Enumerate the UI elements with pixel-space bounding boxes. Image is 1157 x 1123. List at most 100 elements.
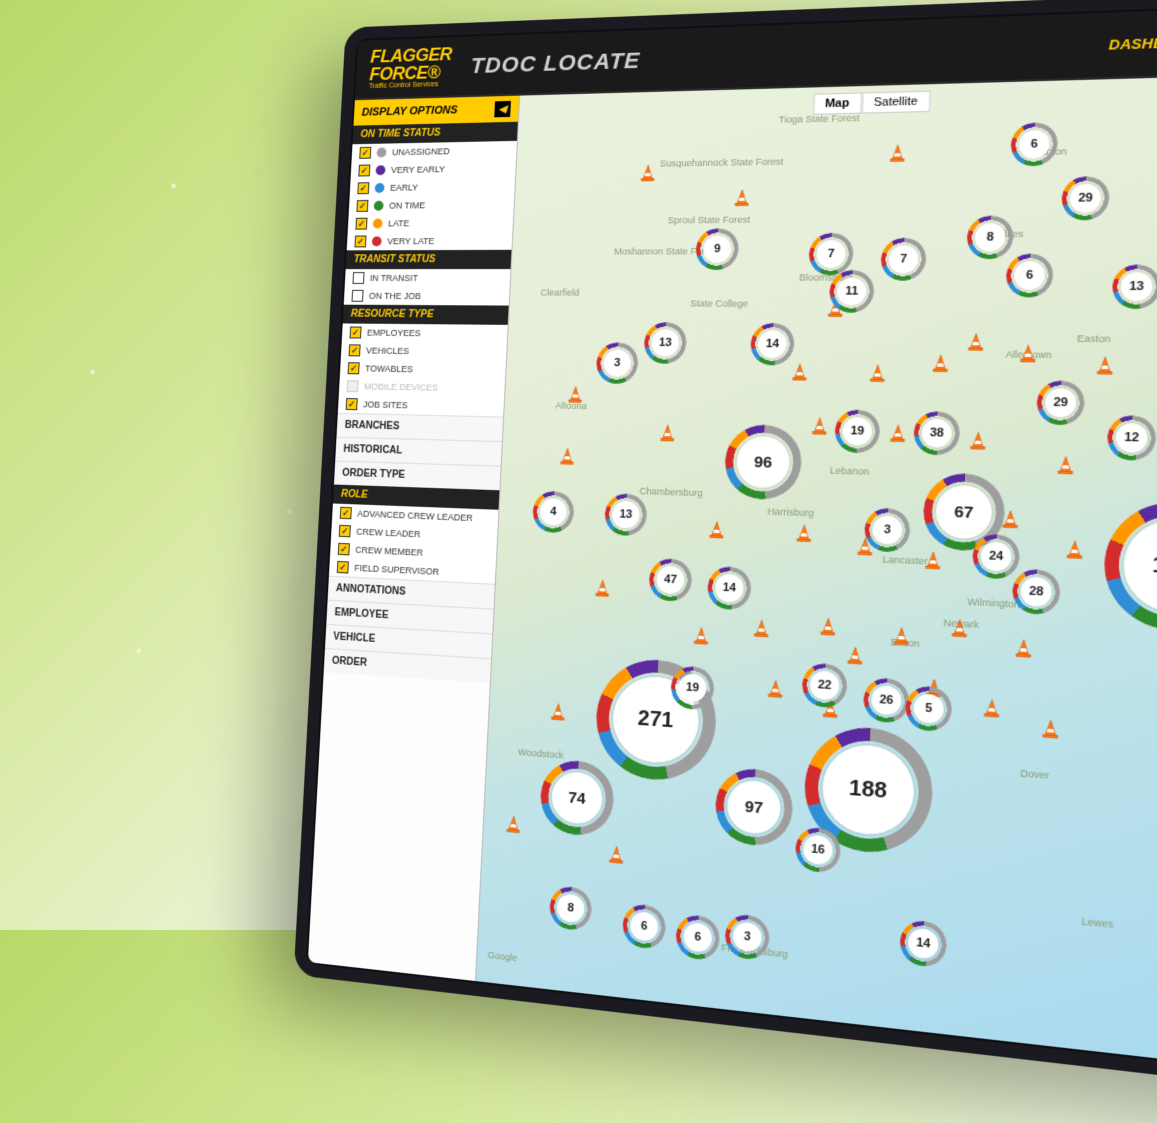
section-transit-status[interactable]: TRANSIT STATUS xyxy=(346,250,512,269)
filter-on-time[interactable]: ✓ON TIME xyxy=(349,195,515,215)
map-cluster[interactable]: 28 xyxy=(1020,576,1052,607)
job-site-cone-icon[interactable] xyxy=(593,578,613,598)
map-cluster[interactable]: 7 xyxy=(816,240,846,268)
job-site-cone-icon[interactable] xyxy=(1012,638,1034,659)
map-cluster[interactable]: 6 xyxy=(1019,130,1050,159)
job-site-cone-icon[interactable] xyxy=(1094,355,1116,375)
checkbox-icon[interactable]: ✓ xyxy=(349,344,361,356)
checkbox-icon[interactable]: ✓ xyxy=(339,525,351,538)
map-cluster[interactable]: 8 xyxy=(975,223,1006,251)
map-cluster[interactable]: 3 xyxy=(872,515,903,545)
checkbox-icon[interactable]: ✓ xyxy=(346,398,358,410)
job-site-cone-icon[interactable] xyxy=(887,423,908,443)
checkbox-icon[interactable]: ✓ xyxy=(357,182,369,194)
checkbox-icon[interactable] xyxy=(352,272,364,284)
satellite-button[interactable]: Satellite xyxy=(861,91,930,114)
checkbox-icon[interactable]: ✓ xyxy=(337,561,349,574)
job-site-cone-icon[interactable] xyxy=(867,363,888,383)
map-cluster[interactable]: 3 xyxy=(603,349,631,376)
checkbox-icon[interactable]: ✓ xyxy=(340,507,352,519)
map-cluster[interactable]: 19 xyxy=(842,417,872,446)
job-site-cone-icon[interactable] xyxy=(845,645,866,666)
map-cluster[interactable]: 14 xyxy=(908,927,939,959)
map-cluster[interactable]: 4 xyxy=(539,498,567,526)
map-cluster[interactable]: 6 xyxy=(683,922,712,953)
job-site-cone-icon[interactable] xyxy=(922,550,943,571)
display-options-header[interactable]: DISPLAY OPTIONS ◀ xyxy=(353,96,519,126)
map-cluster[interactable]: 188 xyxy=(821,742,916,838)
checkbox-icon[interactable]: ✓ xyxy=(356,200,368,212)
job-site-cone-icon[interactable] xyxy=(606,844,626,865)
map-cluster[interactable]: 14 xyxy=(758,330,787,358)
job-site-cone-icon[interactable] xyxy=(818,616,839,637)
map-area[interactable]: Map Satellite ⛶ Tioga State ForestSusque… xyxy=(476,75,1157,1067)
checkbox-icon[interactable]: ✓ xyxy=(354,235,366,247)
checkbox-icon[interactable]: ✓ xyxy=(355,218,367,230)
filter-vehicles[interactable]: ✓VEHICLES xyxy=(341,341,507,361)
filter-in-transit[interactable]: IN TRANSIT xyxy=(345,269,511,287)
map-cluster[interactable]: 74 xyxy=(551,771,603,826)
filter-early[interactable]: ✓EARLY xyxy=(350,177,515,197)
job-site-cone-icon[interactable] xyxy=(809,416,830,436)
map-cluster[interactable]: 24 xyxy=(980,541,1012,571)
job-site-cone-icon[interactable] xyxy=(548,702,567,722)
map-cluster[interactable]: 97 xyxy=(726,779,781,836)
checkbox-icon[interactable]: ✓ xyxy=(358,165,370,177)
map-cluster[interactable]: 14 xyxy=(715,573,744,602)
map-cluster[interactable]: 26 xyxy=(871,685,902,716)
map-cluster[interactable]: 67 xyxy=(935,485,993,540)
job-site-cone-icon[interactable] xyxy=(504,814,523,835)
map-cluster[interactable]: 5 xyxy=(913,693,944,724)
map-cluster[interactable]: 13 xyxy=(651,329,680,356)
checkbox-icon[interactable]: ✓ xyxy=(350,327,362,339)
job-site-cone-icon[interactable] xyxy=(887,143,908,163)
map-cluster[interactable]: 22 xyxy=(809,670,839,700)
map-button[interactable]: Map xyxy=(813,92,862,114)
job-site-cone-icon[interactable] xyxy=(707,520,727,540)
job-site-cone-icon[interactable] xyxy=(1055,455,1077,476)
job-site-cone-icon[interactable] xyxy=(1064,539,1086,560)
map-cluster[interactable]: 29 xyxy=(1069,184,1101,213)
checkbox-icon[interactable]: ✓ xyxy=(338,543,350,556)
map-cluster[interactable]: 11 xyxy=(837,277,867,305)
job-site-cone-icon[interactable] xyxy=(558,447,577,466)
job-site-cone-icon[interactable] xyxy=(981,697,1003,719)
job-site-cone-icon[interactable] xyxy=(566,385,585,404)
job-site-cone-icon[interactable] xyxy=(658,423,678,442)
map-cluster[interactable]: 172 xyxy=(1122,519,1157,614)
map-cluster[interactable]: 29 xyxy=(1045,388,1077,417)
job-site-cone-icon[interactable] xyxy=(1039,718,1061,740)
filter-late[interactable]: ✓LATE xyxy=(348,213,514,232)
map-cluster[interactable]: 9 xyxy=(703,235,732,262)
checkbox-icon[interactable]: ✓ xyxy=(348,362,360,374)
collapse-left-icon[interactable]: ◀ xyxy=(494,101,511,117)
filter-employees[interactable]: ✓EMPLOYEES xyxy=(342,323,508,343)
map-cluster[interactable]: 8 xyxy=(556,893,584,923)
checkbox-icon[interactable] xyxy=(352,290,364,302)
checkbox-icon[interactable] xyxy=(347,380,359,392)
checkbox-icon[interactable]: ✓ xyxy=(359,147,371,159)
map-cluster[interactable]: 47 xyxy=(656,565,685,594)
section-resource-type[interactable]: RESOURCE TYPE xyxy=(343,305,509,325)
job-site-cone-icon[interactable] xyxy=(965,332,987,352)
job-site-cone-icon[interactable] xyxy=(691,626,711,646)
map-cluster[interactable]: 16 xyxy=(803,834,833,865)
filter-on-the-job[interactable]: ON THE JOB xyxy=(344,287,510,306)
map-cluster[interactable]: 13 xyxy=(612,501,640,529)
job-site-cone-icon[interactable] xyxy=(732,188,752,207)
job-site-cone-icon[interactable] xyxy=(765,678,786,699)
map-cluster[interactable]: 7 xyxy=(888,245,918,273)
map-cluster[interactable]: 38 xyxy=(921,419,952,448)
job-site-cone-icon[interactable] xyxy=(794,523,815,543)
job-site-cone-icon[interactable] xyxy=(891,626,912,647)
map-cluster[interactable]: 13 xyxy=(1120,272,1152,301)
job-site-cone-icon[interactable] xyxy=(949,618,971,639)
job-site-cone-icon[interactable] xyxy=(638,164,658,183)
map-cluster[interactable]: 12 xyxy=(1115,423,1148,453)
job-site-cone-icon[interactable] xyxy=(967,431,989,451)
map-cluster[interactable]: 6 xyxy=(630,911,659,942)
job-site-cone-icon[interactable] xyxy=(930,353,951,373)
filter-very-late[interactable]: ✓VERY LATE xyxy=(347,232,513,251)
map-cluster[interactable]: 96 xyxy=(736,436,791,489)
map-cluster[interactable]: 6 xyxy=(1014,261,1046,290)
